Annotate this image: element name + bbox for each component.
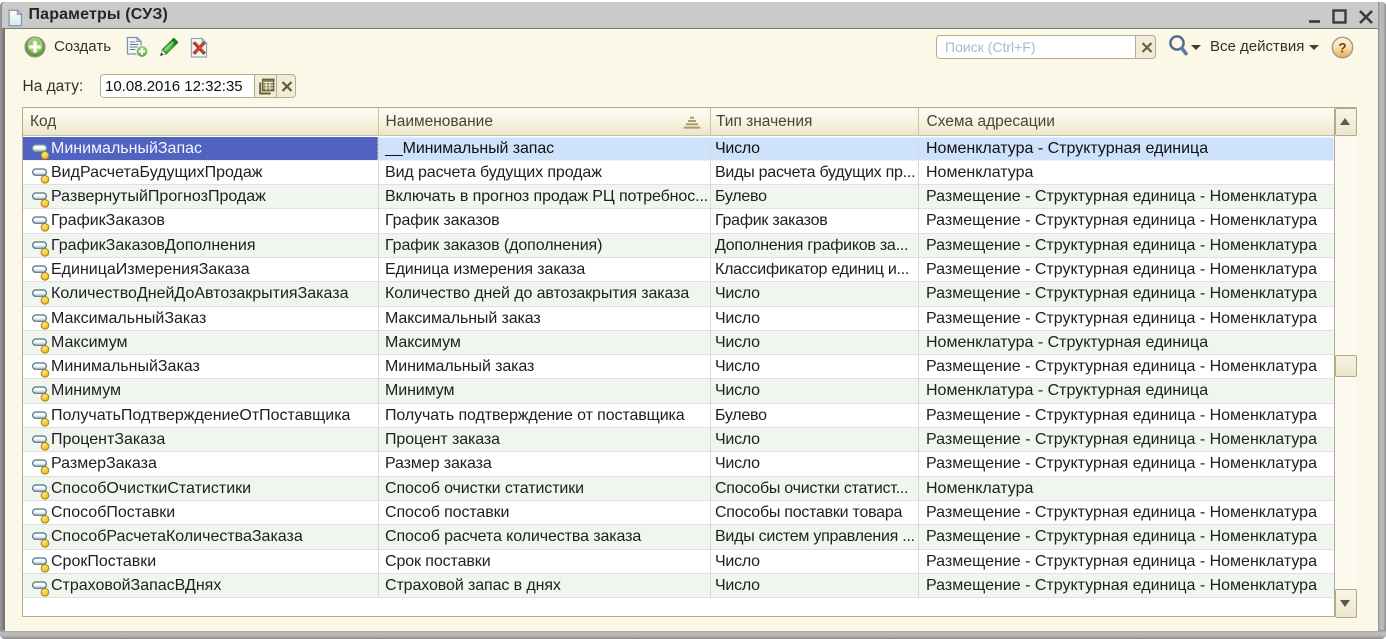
- svg-text:?: ?: [1338, 40, 1346, 55]
